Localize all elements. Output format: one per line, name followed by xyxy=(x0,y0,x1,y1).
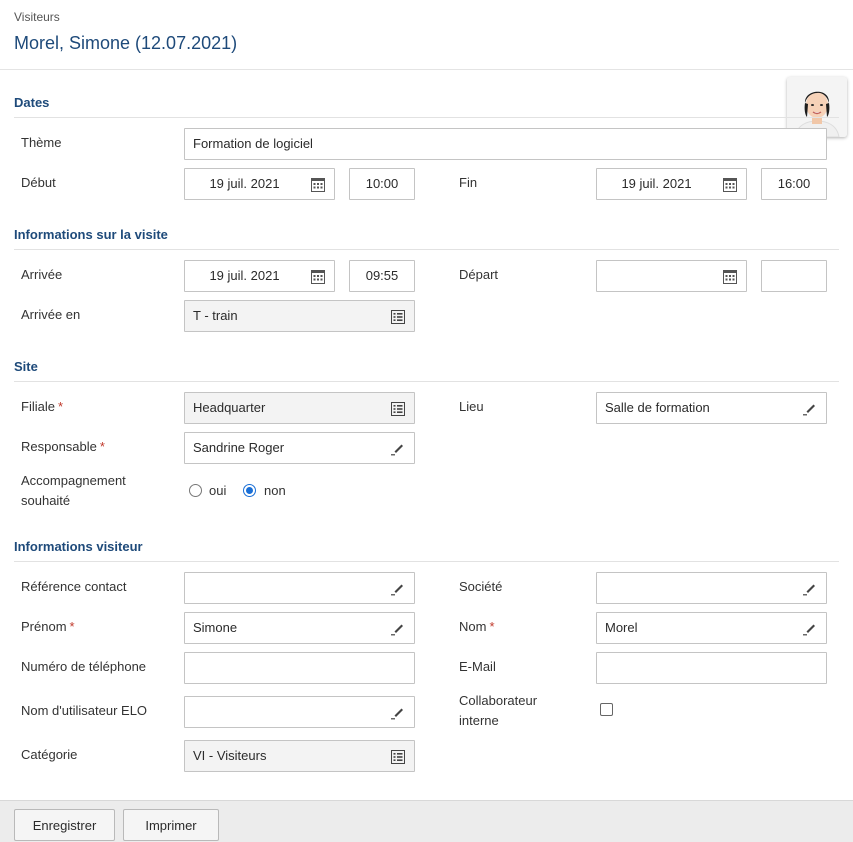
theme-label: Thème xyxy=(21,135,62,150)
responsible-label: Responsable * xyxy=(21,437,105,457)
start-time-value: 10:00 xyxy=(365,176,399,191)
end-label: Fin xyxy=(459,175,478,190)
pencil-icon[interactable] xyxy=(802,581,818,597)
internal-label-line2: interne xyxy=(459,713,499,728)
arrival-by-label: Arrivée en xyxy=(21,307,81,322)
section-title: Site xyxy=(14,359,38,374)
arrival-date-field[interactable]: 19 juil. 2021 xyxy=(184,260,335,292)
lastname-label-text: Nom xyxy=(459,619,487,634)
form-category: Visiteurs xyxy=(14,10,60,24)
list-icon[interactable] xyxy=(390,749,406,765)
email-field[interactable] xyxy=(596,652,827,684)
pencil-icon[interactable] xyxy=(390,581,406,597)
firstname-value: Simone xyxy=(193,620,238,635)
end-time-value: 16:00 xyxy=(777,176,811,191)
place-label: Lieu xyxy=(459,399,484,414)
escort-no-radio[interactable] xyxy=(243,484,256,497)
required-marker: * xyxy=(69,619,75,634)
responsible-field[interactable]: Sandrine Roger xyxy=(184,432,415,464)
lastname-label: Nom * xyxy=(459,617,495,637)
pencil-icon[interactable] xyxy=(390,621,406,637)
calendar-icon[interactable] xyxy=(310,177,326,193)
section-title: Dates xyxy=(14,95,50,110)
escort-label-line2: souhaité xyxy=(21,493,71,508)
arrival-by-field[interactable]: T - train xyxy=(184,300,415,332)
required-marker: * xyxy=(489,619,495,634)
responsible-value: Sandrine Roger xyxy=(193,440,285,455)
lastname-value: Morel xyxy=(605,620,638,635)
departure-date-field[interactable] xyxy=(596,260,747,292)
branch-label-text: Filiale xyxy=(21,399,55,414)
internal-label-line1: Collaborateur xyxy=(459,693,538,708)
start-label: Début xyxy=(21,175,56,190)
escort-yes-radio[interactable] xyxy=(189,484,202,497)
internal-label: Collaborateur interne xyxy=(459,691,537,731)
place-field[interactable]: Salle de formation xyxy=(596,392,827,424)
save-button[interactable]: Enregistrer xyxy=(14,809,115,841)
firstname-field[interactable]: Simone xyxy=(184,612,415,644)
responsible-label-text: Responsable xyxy=(21,439,97,454)
company-label: Société xyxy=(459,579,503,594)
elo-user-field[interactable] xyxy=(184,696,415,728)
calendar-icon[interactable] xyxy=(722,269,738,285)
section-visitor-info: Informations visiteur xyxy=(14,532,839,562)
firstname-label: Prénom * xyxy=(21,617,75,637)
departure-time-field[interactable] xyxy=(761,260,827,292)
category-value: VI - Visiteurs xyxy=(193,748,267,763)
arrival-time-value: 09:55 xyxy=(365,268,399,283)
branch-label: Filiale * xyxy=(21,397,63,417)
list-icon[interactable] xyxy=(390,309,406,325)
calendar-icon[interactable] xyxy=(310,269,326,285)
calendar-icon[interactable] xyxy=(722,177,738,193)
arrival-by-value: T - train xyxy=(193,308,238,323)
arrival-date-value: 19 juil. 2021 xyxy=(209,268,280,283)
escort-label: Accompagnement souhaité xyxy=(21,471,126,511)
section-title: Informations visiteur xyxy=(14,539,143,554)
form-footer: Enregistrer Imprimer xyxy=(0,800,853,842)
phone-label: Numéro de téléphone xyxy=(21,659,147,674)
escort-yes-label[interactable]: oui xyxy=(209,481,226,501)
section-site: Site xyxy=(14,352,839,382)
start-date-field[interactable]: 19 juil. 2021 xyxy=(184,168,335,200)
section-visit-info: Informations sur la visite xyxy=(14,220,839,250)
pencil-icon[interactable] xyxy=(390,441,406,457)
form-header: Visiteurs Morel, Simone (12.07.2021) xyxy=(0,0,853,70)
section-dates: Dates xyxy=(14,88,839,118)
arrival-label: Arrivée xyxy=(21,267,63,282)
start-date-value: 19 juil. 2021 xyxy=(209,176,280,191)
end-date-field[interactable]: 19 juil. 2021 xyxy=(596,168,747,200)
departure-label: Départ xyxy=(459,267,499,282)
elo-user-label: Nom d'utilisateur ELO xyxy=(21,703,148,718)
section-title: Informations sur la visite xyxy=(14,227,168,242)
category-label: Catégorie xyxy=(21,747,78,762)
pencil-icon[interactable] xyxy=(802,401,818,417)
company-field[interactable] xyxy=(596,572,827,604)
print-button[interactable]: Imprimer xyxy=(123,809,219,841)
end-time-field[interactable]: 16:00 xyxy=(761,168,827,200)
theme-field[interactable]: Formation de logiciel xyxy=(184,128,827,160)
escort-no-label[interactable]: non xyxy=(264,481,286,501)
contact-ref-label: Référence contact xyxy=(21,579,127,594)
required-marker: * xyxy=(99,439,105,454)
pencil-icon[interactable] xyxy=(390,705,406,721)
start-time-field[interactable]: 10:00 xyxy=(349,168,415,200)
email-label: E-Mail xyxy=(459,659,496,674)
end-date-value: 19 juil. 2021 xyxy=(621,176,692,191)
branch-value: Headquarter xyxy=(193,400,266,415)
theme-value: Formation de logiciel xyxy=(193,136,313,151)
list-icon[interactable] xyxy=(390,401,406,417)
place-value: Salle de formation xyxy=(605,400,710,415)
phone-field[interactable] xyxy=(184,652,415,684)
pencil-icon[interactable] xyxy=(802,621,818,637)
form-title: Morel, Simone (12.07.2021) xyxy=(14,33,238,53)
branch-field[interactable]: Headquarter xyxy=(184,392,415,424)
internal-checkbox[interactable] xyxy=(600,703,613,716)
lastname-field[interactable]: Morel xyxy=(596,612,827,644)
required-marker: * xyxy=(57,399,64,414)
escort-label-line1: Accompagnement xyxy=(21,473,126,488)
arrival-time-field[interactable]: 09:55 xyxy=(349,260,415,292)
firstname-label-text: Prénom xyxy=(21,619,67,634)
category-field[interactable]: VI - Visiteurs xyxy=(184,740,415,772)
contact-ref-field[interactable] xyxy=(184,572,415,604)
